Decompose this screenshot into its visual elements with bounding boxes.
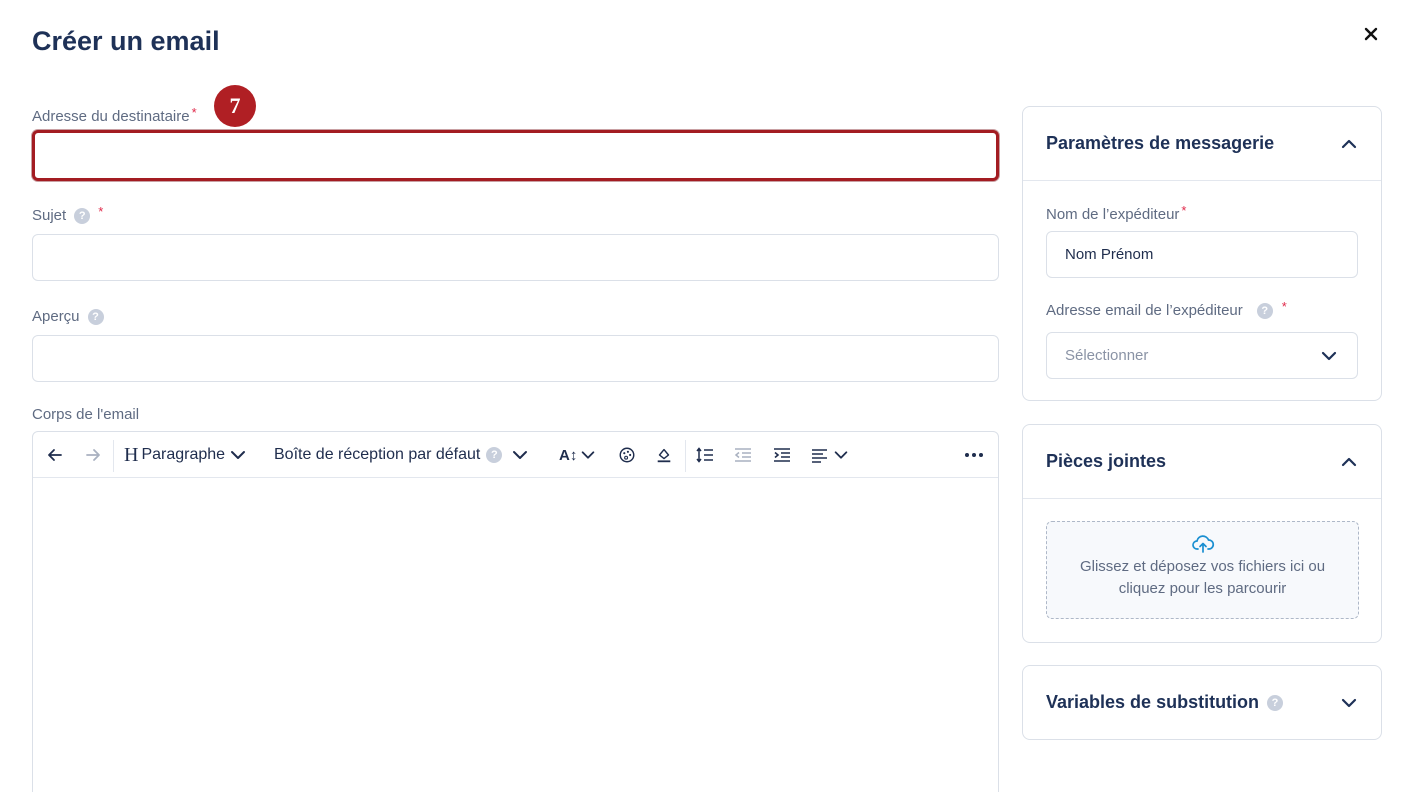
help-icon[interactable]: ?: [87, 308, 104, 325]
align-left-icon: [812, 449, 827, 463]
heading-icon: H: [124, 443, 139, 466]
variables-card: Variables de substitution ?: [1022, 665, 1382, 740]
inbox-preview-dropdown[interactable]: Boîte de réception par défaut ?: [274, 432, 530, 478]
sender-email-select[interactable]: Sélectionner: [1046, 332, 1358, 379]
align-dropdown[interactable]: [810, 432, 850, 478]
sender-email-label-text: Adresse email de l’expéditeur: [1046, 302, 1243, 319]
palette-icon[interactable]: [618, 432, 636, 478]
preview-input[interactable]: [32, 335, 999, 382]
redo-icon[interactable]: [83, 432, 103, 478]
more-options-icon[interactable]: [963, 432, 985, 478]
step-badge: 7: [214, 85, 256, 127]
sender-name-label: Nom de l’expéditeur *: [1046, 203, 1187, 223]
sender-name-input[interactable]: Nom Prénom: [1046, 231, 1358, 278]
subject-label: Sujet ? *: [32, 204, 104, 224]
toolbar-divider: [113, 440, 114, 472]
card-title: Variables de substitution: [1046, 692, 1260, 712]
preview-label: Aperçu ?: [32, 308, 104, 325]
page-title: Créer un email: [32, 26, 220, 56]
attachments-card: Pièces jointes Glissez et déposez vos fi…: [1022, 424, 1382, 643]
body-label: Corps de l'email: [32, 406, 139, 423]
card-divider: [1023, 498, 1381, 499]
messaging-settings-header[interactable]: Paramètres de messagerie: [1023, 107, 1381, 180]
required-mark: *: [1181, 203, 1187, 218]
undo-icon[interactable]: [45, 432, 65, 478]
help-icon[interactable]: ?: [1256, 302, 1273, 319]
font-size-icon: A↕: [559, 446, 578, 464]
dropzone-text-line2: cliquez pour les parcourir: [1118, 580, 1287, 597]
sender-name-label-text: Nom de l’expéditeur: [1046, 206, 1180, 223]
chevron-down-icon: [1321, 351, 1337, 360]
required-mark: *: [1281, 299, 1287, 314]
chevron-down-icon: [834, 451, 848, 459]
line-height-icon[interactable]: [695, 432, 715, 478]
recipient-input[interactable]: [32, 130, 999, 181]
card-title: Paramètres de messagerie: [1046, 133, 1275, 153]
variables-header[interactable]: Variables de substitution ?: [1023, 666, 1381, 739]
chevron-up-icon[interactable]: [1339, 134, 1359, 154]
required-mark: *: [98, 204, 104, 219]
subject-label-text: Sujet: [32, 207, 67, 224]
editor-toolbar: H Paragraphe Boîte de réception par défa…: [33, 432, 998, 478]
card-divider: [1023, 180, 1381, 181]
outdent-icon[interactable]: [733, 432, 753, 478]
toolbar-divider: [685, 440, 686, 472]
chevron-down-icon: [513, 451, 528, 459]
chevron-down-icon[interactable]: [1339, 693, 1359, 713]
card-title: Pièces jointes: [1046, 451, 1167, 471]
close-icon[interactable]: [1361, 24, 1381, 44]
messaging-settings-card: Paramètres de messagerie Nom de l’expédi…: [1022, 106, 1382, 401]
help-icon[interactable]: ?: [1267, 694, 1284, 711]
recipient-label-text: Adresse du destinataire: [32, 108, 190, 125]
required-mark: *: [191, 105, 197, 120]
paragraph-label: Paragraphe: [141, 446, 226, 463]
subject-input[interactable]: [32, 234, 999, 281]
attachments-header[interactable]: Pièces jointes: [1023, 425, 1381, 498]
preview-label-text: Aperçu: [32, 308, 80, 325]
sender-email-placeholder: Sélectionner: [1065, 347, 1149, 364]
card-title-wrap: Variables de substitution ?: [1046, 692, 1284, 713]
indent-icon[interactable]: [772, 432, 792, 478]
chevron-down-icon: [582, 451, 595, 459]
email-body-editor[interactable]: H Paragraphe Boîte de réception par défa…: [32, 431, 999, 792]
cloud-upload-icon: [1191, 535, 1214, 553]
file-dropzone[interactable]: Glissez et déposez vos fichiers ici ou c…: [1046, 521, 1359, 619]
sender-name-value: Nom Prénom: [1065, 246, 1154, 263]
inbox-label: Boîte de réception par défaut: [274, 446, 481, 463]
recipient-label: Adresse du destinataire *: [32, 105, 197, 125]
help-icon[interactable]: ?: [486, 447, 503, 463]
paragraph-format-dropdown[interactable]: H Paragraphe: [124, 432, 248, 478]
fill-color-icon[interactable]: [655, 432, 673, 478]
chevron-up-icon[interactable]: [1339, 452, 1359, 472]
body-label-text: Corps de l'email: [32, 406, 140, 423]
help-icon[interactable]: ?: [74, 207, 91, 224]
dropzone-text-line1: Glissez et déposez vos fichiers ici ou: [1079, 558, 1326, 575]
chevron-down-icon: [231, 451, 246, 459]
sender-email-label: Adresse email de l’expéditeur ? *: [1046, 299, 1287, 319]
font-size-dropdown[interactable]: A↕: [559, 432, 597, 478]
